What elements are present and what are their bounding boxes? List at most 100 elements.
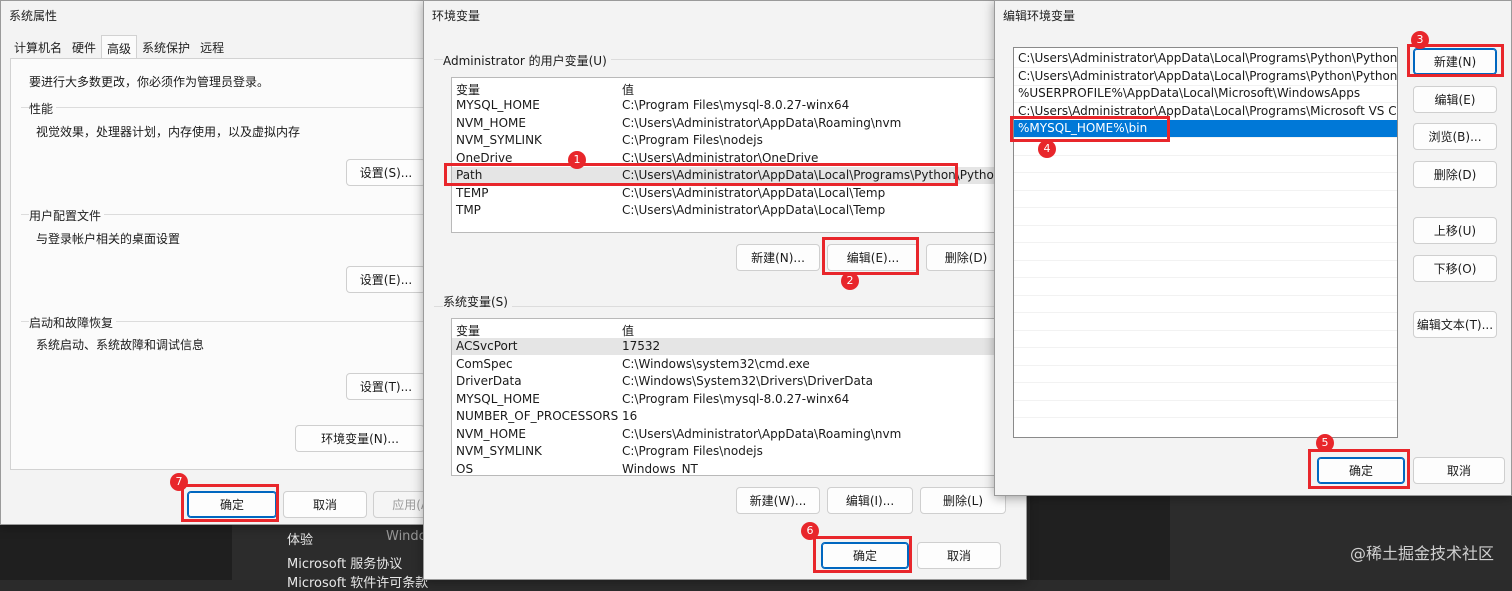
tab-system-protection[interactable]: 系统保护 [137,35,195,59]
list-item-empty[interactable] [1014,313,1397,331]
edit-entry-button[interactable]: 编辑(E) [1413,86,1497,113]
tab-hardware[interactable]: 硬件 [67,35,101,59]
var-name: MYSQL_HOME [456,392,540,406]
var-name: TEMP [456,186,489,200]
window-title: 系统属性 [9,9,58,23]
ok-button[interactable]: 确定 [821,542,909,569]
list-item-empty[interactable] [1014,138,1397,156]
list-header: 变量 值 [452,80,1018,97]
table-row-path-selected[interactable]: Path C:\Users\Administrator\AppData\Local… [452,167,1018,184]
table-row[interactable]: NVM_HOME C:\Users\Administrator\AppData\R… [452,426,1018,443]
list-item[interactable]: %USERPROFILE%\AppData\Local\Microsoft\Wi… [1014,85,1397,103]
list-item[interactable]: C:\Users\Administrator\AppData\Local\Pro… [1014,68,1397,86]
col-var-header[interactable]: 变量 [456,81,480,98]
table-row[interactable]: OS Windows_NT [452,461,1018,476]
profile-desc: 与登录帐户相关的桌面设置 [36,232,181,246]
startup-desc: 系统启动、系统故障和调试信息 [36,338,205,352]
list-item-empty[interactable] [1014,400,1397,418]
delete-entry-button[interactable]: 删除(D) [1413,161,1497,188]
list-item-empty[interactable] [1014,295,1397,313]
col-val-header[interactable]: 值 [622,81,634,98]
table-row[interactable]: OneDrive C:\Users\Administrator\OneDrive [452,150,1018,167]
var-value: C:\Users\Administrator\AppData\Local\Tem… [622,186,886,200]
user-edit-button[interactable]: 编辑(E)... [827,244,919,271]
perf-desc: 视觉效果，处理器计划，内存使用，以及虚拟内存 [36,125,301,139]
sys-vars-list[interactable]: 变量 值 ACSvcPort 17532 ComSpec C:\Windows\sy… [451,318,1019,476]
table-row[interactable]: NVM_SYMLINK C:\Program Files\nodejs [452,132,1018,149]
cancel-button[interactable]: 取消 [283,491,367,518]
var-value: C:\Users\Administrator\AppData\Local\Tem… [622,203,886,217]
background-item-service-agreement[interactable]: Microsoft 服务协议 [287,553,402,572]
tab-computer-name[interactable]: 计算机名 [9,35,67,59]
path-entries-list[interactable]: C:\Users\Administrator\AppData\Local\Pro… [1013,47,1398,438]
annotation-badge-1: 1 [568,151,586,169]
annotation-badge-3: 3 [1411,31,1429,49]
list-item-empty[interactable] [1014,365,1397,383]
var-name: OneDrive [456,151,513,165]
table-row[interactable]: TEMP C:\Users\Administrator\AppData\Local… [452,185,1018,202]
var-value: C:\Users\Administrator\AppData\Roaming\n… [622,427,902,441]
list-item-empty[interactable] [1014,348,1397,366]
list-item-empty[interactable] [1014,155,1397,173]
var-value: C:\Users\Administrator\OneDrive [622,151,819,165]
table-row[interactable]: NVM_HOME C:\Users\Administrator\AppData\R… [452,115,1018,132]
table-row[interactable]: MYSQL_HOME C:\Program Files\mysql-8.0.27-… [452,391,1018,408]
watermark: @稀土掘金技术社区 [1349,544,1494,563]
background-item-experience[interactable]: 体验 [287,529,313,548]
table-row[interactable]: NVM_SYMLINK C:\Program Files\nodejs [452,443,1018,460]
list-item-empty[interactable] [1014,383,1397,401]
annotation-badge-7: 7 [170,473,188,491]
table-row[interactable]: ACSvcPort 17532 [452,338,1018,355]
background-item-license[interactable]: Microsoft 软件许可条款 [287,572,428,591]
edit-text-button[interactable]: 编辑文本(T)... [1413,311,1497,338]
environment-variables-button[interactable]: 环境变量(N)... [295,425,425,452]
list-item-empty[interactable] [1014,225,1397,243]
user-vars-group-label: Administrator 的用户变量(U) [443,52,611,69]
col-var-header[interactable]: 变量 [456,322,480,339]
move-down-button[interactable]: 下移(O) [1413,255,1497,282]
tab-advanced[interactable]: 高级 [101,35,138,59]
move-up-button[interactable]: 上移(U) [1413,217,1497,244]
table-row[interactable]: ComSpec C:\Windows\system32\cmd.exe [452,356,1018,373]
ok-button[interactable]: 确定 [187,491,277,518]
profile-settings-button[interactable]: 设置(E)... [346,266,426,293]
profile-group-label: 用户配置文件 [29,207,105,224]
var-value: 17532 [622,339,661,353]
list-item[interactable]: C:\Users\Administrator\AppData\Local\Pro… [1014,50,1397,68]
table-row[interactable]: NUMBER_OF_PROCESSORS 16 [452,408,1018,425]
var-value: C:\Users\Administrator\AppData\Local\Pro… [622,168,1019,182]
var-name: NVM_HOME [456,116,526,130]
browse-button[interactable]: 浏览(B)... [1413,123,1497,150]
sys-edit-button[interactable]: 编辑(I)... [827,487,913,514]
list-item-selected[interactable]: %MYSQL_HOME%\bin [1014,120,1397,138]
tab-bar: 计算机名 硬件 高级 系统保护 远程 [9,35,229,59]
cancel-button[interactable]: 取消 [917,542,1001,569]
perf-settings-button[interactable]: 设置(S)... [346,159,426,186]
table-row[interactable]: TMP C:\Users\Administrator\AppData\Local\… [452,202,1018,219]
sys-new-button[interactable]: 新建(W)... [736,487,820,514]
list-item-empty[interactable] [1014,243,1397,261]
user-new-button[interactable]: 新建(N)... [736,244,820,271]
entry-text: C:\Users\Administrator\AppData\Local\Pro… [1018,104,1398,118]
user-vars-list[interactable]: 变量 值 MYSQL_HOME C:\Program Files\mysql-8.… [451,77,1019,233]
tab-remote[interactable]: 远程 [195,35,229,59]
var-value: Windows_NT [622,462,698,476]
list-item-empty[interactable] [1014,278,1397,296]
list-item-empty[interactable] [1014,330,1397,348]
admin-note: 要进行大多数更改，你必须作为管理员登录。 [29,75,270,89]
list-header: 变量 值 [452,321,1018,338]
cancel-button[interactable]: 取消 [1413,457,1505,484]
var-value: C:\Program Files\nodejs [622,444,763,458]
list-item[interactable]: C:\Users\Administrator\AppData\Local\Pro… [1014,103,1397,121]
var-value: C:\Program Files\mysql-8.0.27-winx64 [622,392,850,406]
table-row[interactable]: MYSQL_HOME C:\Program Files\mysql-8.0.27-… [452,97,1018,114]
new-entry-button[interactable]: 新建(N) [1413,48,1497,75]
col-val-header[interactable]: 值 [622,322,634,339]
table-row[interactable]: DriverData C:\Windows\System32\Drivers\Dr… [452,373,1018,390]
list-item-empty[interactable] [1014,190,1397,208]
startup-settings-button[interactable]: 设置(T)... [346,373,426,400]
list-item-empty[interactable] [1014,173,1397,191]
ok-button[interactable]: 确定 [1317,457,1405,484]
list-item-empty[interactable] [1014,208,1397,226]
list-item-empty[interactable] [1014,260,1397,278]
